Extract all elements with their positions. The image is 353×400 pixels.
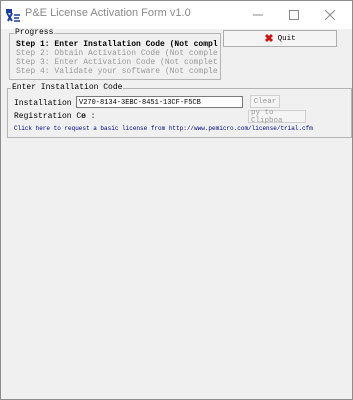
maximize-icon [289, 10, 299, 20]
copy-to-clipboard-button[interactable]: py to Clipboa [248, 109, 306, 125]
registration-code-label: Registration Co [14, 112, 87, 121]
quit-button[interactable]: ✖ Quit [223, 30, 337, 47]
registration-code-suffix: e : [81, 112, 96, 121]
close-button[interactable] [313, 1, 347, 29]
step-3-label: Step 3: Enter Activation Code (Not compl… [16, 58, 218, 67]
maximize-button[interactable] [277, 1, 311, 29]
minimize-icon [253, 14, 263, 16]
progress-group: Progress Step 1: Enter Installation Code… [9, 28, 221, 80]
activation-window: P&E License Activation Form v1.0 Progres… [0, 0, 353, 400]
progress-group-title: Progress [14, 28, 55, 37]
minimize-button[interactable] [241, 1, 275, 29]
step-1-label: Step 1: Enter Installation Code (Not com… [16, 40, 218, 49]
window-title: P&E License Activation Form v1.0 [25, 7, 191, 19]
license-request-link[interactable]: Click here to request a basic license fr… [14, 125, 313, 132]
quit-x-icon: ✖ [264, 33, 274, 45]
clear-button[interactable]: Clear [250, 95, 280, 108]
step-4-label: Step 4: Validate your software (Not comp… [16, 67, 218, 76]
step-2-label: Step 2: Obtain Activation Code (Not comp… [16, 49, 218, 58]
installation-code-field[interactable]: V270-8134-3EBC-8451-13CF-F5CB [76, 96, 243, 108]
quit-button-label: Quit [277, 34, 296, 43]
app-logo-icon [5, 7, 21, 23]
close-icon [325, 10, 335, 20]
title-bar[interactable]: P&E License Activation Form v1.0 [1, 1, 352, 29]
installation-group-title: Enter Installation Code [11, 83, 124, 92]
